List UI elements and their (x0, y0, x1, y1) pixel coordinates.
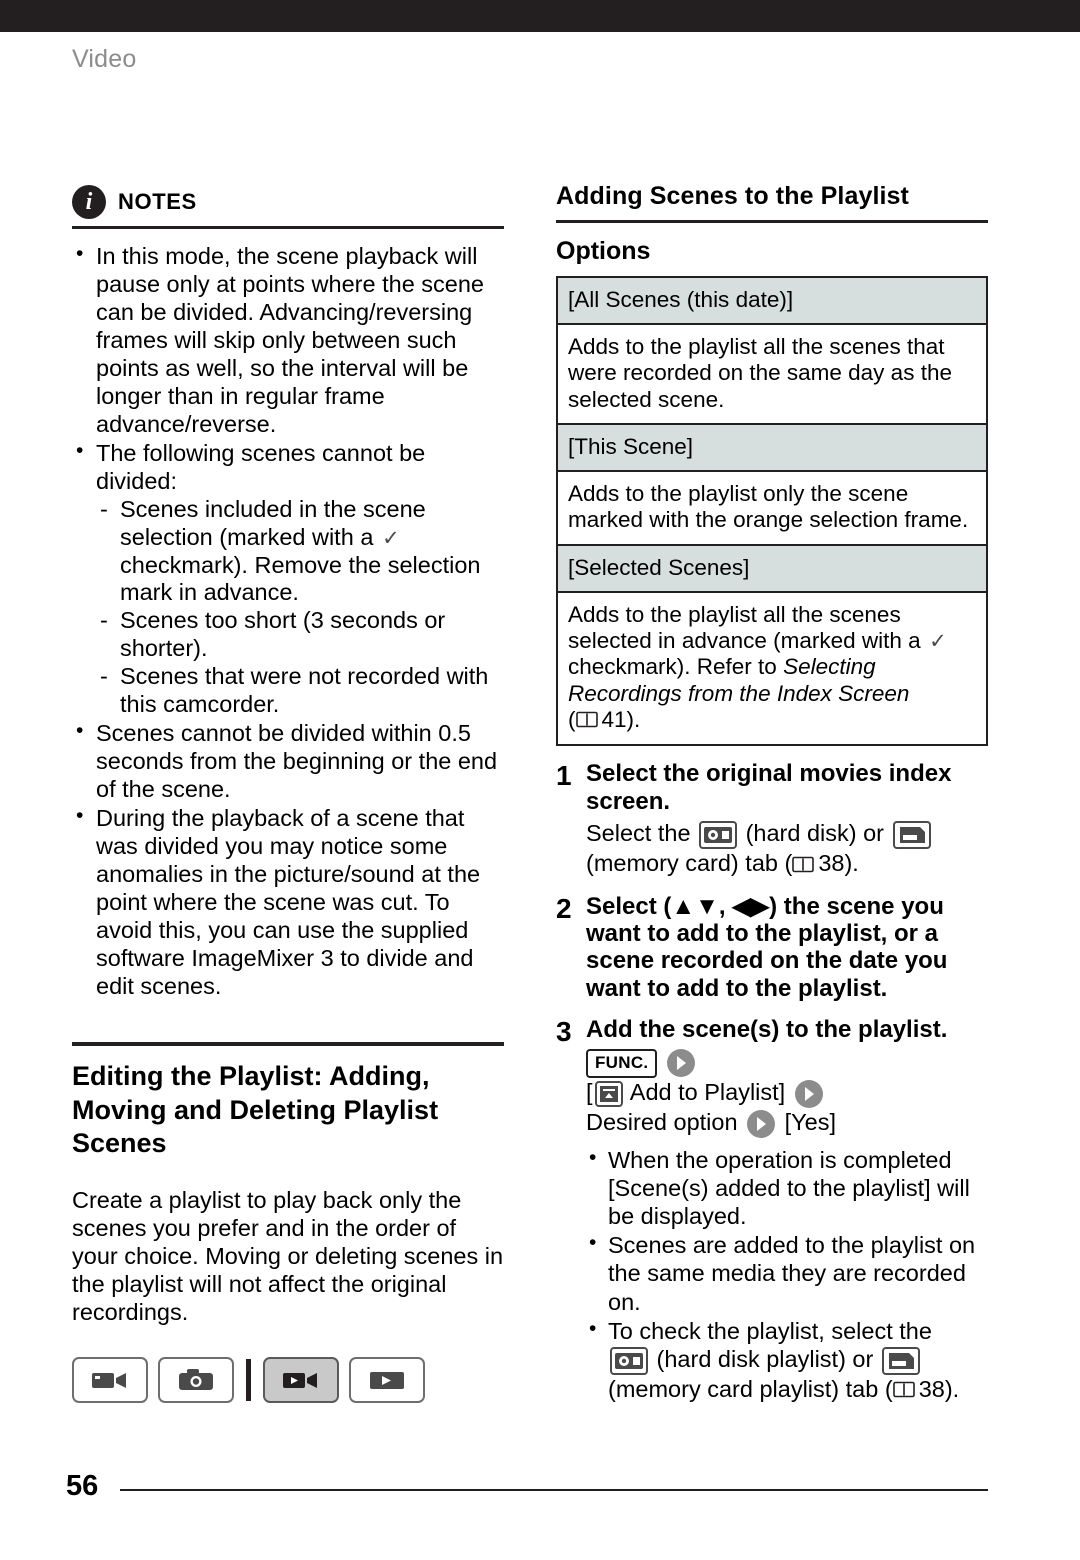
options-table: [All Scenes (this date)] Adds to the pla… (556, 276, 988, 747)
joystick-direction-symbols: ▲▼, ◀▶ (671, 892, 770, 920)
operating-modes-row (72, 1356, 504, 1403)
note-text: During the playback of a scene that was … (96, 805, 481, 999)
photo-record-tab[interactable] (158, 1356, 234, 1403)
editing-playlist-heading: Editing the Playlist: Adding, Moving and… (72, 1060, 439, 1159)
hard-disk-tab-icon (699, 820, 738, 849)
list-item: To check the playlist, select the (hard … (586, 1316, 988, 1405)
step-title-pre: Select ( (586, 892, 672, 920)
left-column: i NOTES In this mode, the scene playback… (72, 185, 504, 1403)
note-text: The following scenes cannot be divided: (96, 439, 426, 494)
info-icon: i (72, 185, 106, 219)
page-number: 56 (66, 1470, 99, 1502)
options-label: Options (556, 237, 651, 265)
note-text: Scenes that were not recorded with this … (120, 663, 489, 718)
note-end: ). (944, 1375, 960, 1402)
book-icon (792, 851, 815, 879)
notes-title: NOTES (118, 189, 197, 214)
note-text: To check the playlist, select the (608, 1317, 932, 1344)
list-item: Scenes too short (3 seconds or shorter). (96, 607, 504, 663)
list-item: Scenes that were not recorded with this … (96, 663, 504, 719)
paren-open: ( (568, 707, 576, 733)
step-body: Select (▲▼, ◀▶) the scene you want to ad… (586, 893, 988, 1002)
step-2: 2 Select (▲▼, ◀▶) the scene you want to … (556, 893, 988, 1002)
yes-option: [Yes] (784, 1108, 837, 1135)
note-text: When the operation is completed [Scene(s… (608, 1146, 970, 1229)
option-description-part2: checkmark). Refer to (568, 654, 777, 680)
func-button[interactable]: FUNC. (586, 1048, 658, 1078)
page-top-bar-highlight (0, 32, 1080, 35)
adding-scenes-heading: Adding Scenes to the Playlist (556, 182, 988, 223)
note-text: In this mode, the scene playback will pa… (96, 243, 485, 437)
list-item: Scenes included in the scene selection (… (96, 496, 504, 608)
memory-card-tab-icon (892, 820, 931, 849)
step-number: 3 (556, 1016, 572, 1048)
notes-list: In this mode, the scene playback will pa… (72, 242, 504, 1001)
right-column: Adding Scenes to the Playlist Options [A… (556, 182, 988, 1406)
mode-separator (246, 1358, 251, 1401)
section-label: Video (72, 45, 137, 73)
page-top-bar (0, 0, 1080, 32)
movie-record-tab[interactable] (72, 1356, 148, 1403)
list-item: Scenes are added to the playlist on the … (586, 1230, 988, 1316)
add-to-playlist-option: [ Add to Playlist] (586, 1078, 786, 1107)
notes-sublist: Scenes included in the scene selection (… (96, 496, 504, 720)
note-text-mid: (hard disk playlist) or (656, 1345, 874, 1372)
list-item: Scenes cannot be divided within 0.5 seco… (72, 719, 504, 804)
add-to-playlist-label: Add to Playlist] (629, 1078, 786, 1105)
option-description: Adds to the playlist only the scene mark… (558, 472, 986, 546)
step-body: Add the scene(s) to the playlist. FUNC. … (586, 1016, 988, 1405)
step-title: Select (▲▼, ◀▶) the scene you want to ad… (586, 893, 988, 1002)
step-detail-end: ). (844, 849, 859, 876)
note-text: Scenes cannot be divided within 0.5 seco… (96, 720, 498, 803)
note-page-number: 38 (918, 1375, 945, 1402)
note-text-post: (memory card playlist) tab ( (608, 1375, 893, 1402)
option-name: [This Scene] (558, 424, 986, 472)
arrow-right-icon (747, 1109, 776, 1138)
step-3-notes: When the operation is completed [Scene(s… (586, 1145, 988, 1405)
add-to-playlist-icon (594, 1080, 623, 1107)
step-number: 2 (556, 892, 572, 924)
list-item: During the playback of a scene that was … (72, 804, 504, 1001)
note-text: Scenes are added to the playlist on the … (608, 1232, 976, 1315)
option-page-number: 41 (601, 707, 627, 733)
footer-divider (120, 1489, 988, 1491)
step-detail-pre: Select the (586, 820, 691, 846)
step-detail: Select the (hard disk) or (memory card) … (586, 819, 988, 879)
step-detail-mid: (hard disk) or (745, 820, 885, 846)
step-detail-page: 38 (818, 849, 845, 876)
editing-playlist-paragraph: Create a playlist to play back only the … (72, 1187, 504, 1325)
step-body: Select the original movies index screen.… (586, 760, 988, 878)
step-operation-sequence: FUNC. [ Add to Playlist] Desired option … (586, 1047, 988, 1138)
option-description: Adds to the playlist all the scenes sele… (558, 593, 986, 745)
desired-option-label: Desired option (586, 1108, 738, 1135)
list-item: The following scenes cannot be divided: … (72, 439, 504, 720)
arrow-right-icon (794, 1079, 823, 1108)
notes-header: i NOTES (72, 185, 504, 229)
checkmark-icon: ✓ (929, 629, 947, 653)
paren-close: ). (626, 707, 641, 733)
step-detail-post: (memory card) tab ( (586, 849, 793, 876)
note-text: Scenes too short (3 seconds or shorter). (120, 607, 446, 662)
step-3: 3 Add the scene(s) to the playlist. FUNC… (556, 1016, 988, 1405)
memory-card-playlist-tab-icon (881, 1346, 920, 1375)
book-icon (892, 1376, 915, 1404)
option-description: Adds to the playlist all the scenes that… (558, 325, 986, 425)
step-title: Add the scene(s) to the playlist. (586, 1016, 948, 1044)
movie-playback-tab[interactable] (263, 1356, 339, 1403)
option-name: [Selected Scenes] (558, 545, 986, 593)
section-divider (72, 1041, 504, 1046)
step-title: Select the original movies index screen. (586, 760, 952, 815)
book-icon (575, 708, 598, 734)
step-number: 1 (556, 760, 572, 792)
option-page-reference: (41). (568, 707, 640, 732)
option-name: [All Scenes (this date)] (558, 278, 986, 325)
hard-disk-playlist-tab-icon (610, 1346, 648, 1375)
photo-playback-tab[interactable] (349, 1356, 425, 1403)
arrow-right-icon (666, 1049, 695, 1078)
option-description-part1: Adds to the playlist all the scenes sele… (568, 601, 921, 653)
list-item: In this mode, the scene playback will pa… (72, 242, 504, 439)
step-1: 1 Select the original movies index scree… (556, 760, 988, 878)
list-item: When the operation is completed [Scene(s… (586, 1145, 988, 1231)
checkmark-icon: ✓ (382, 526, 400, 550)
